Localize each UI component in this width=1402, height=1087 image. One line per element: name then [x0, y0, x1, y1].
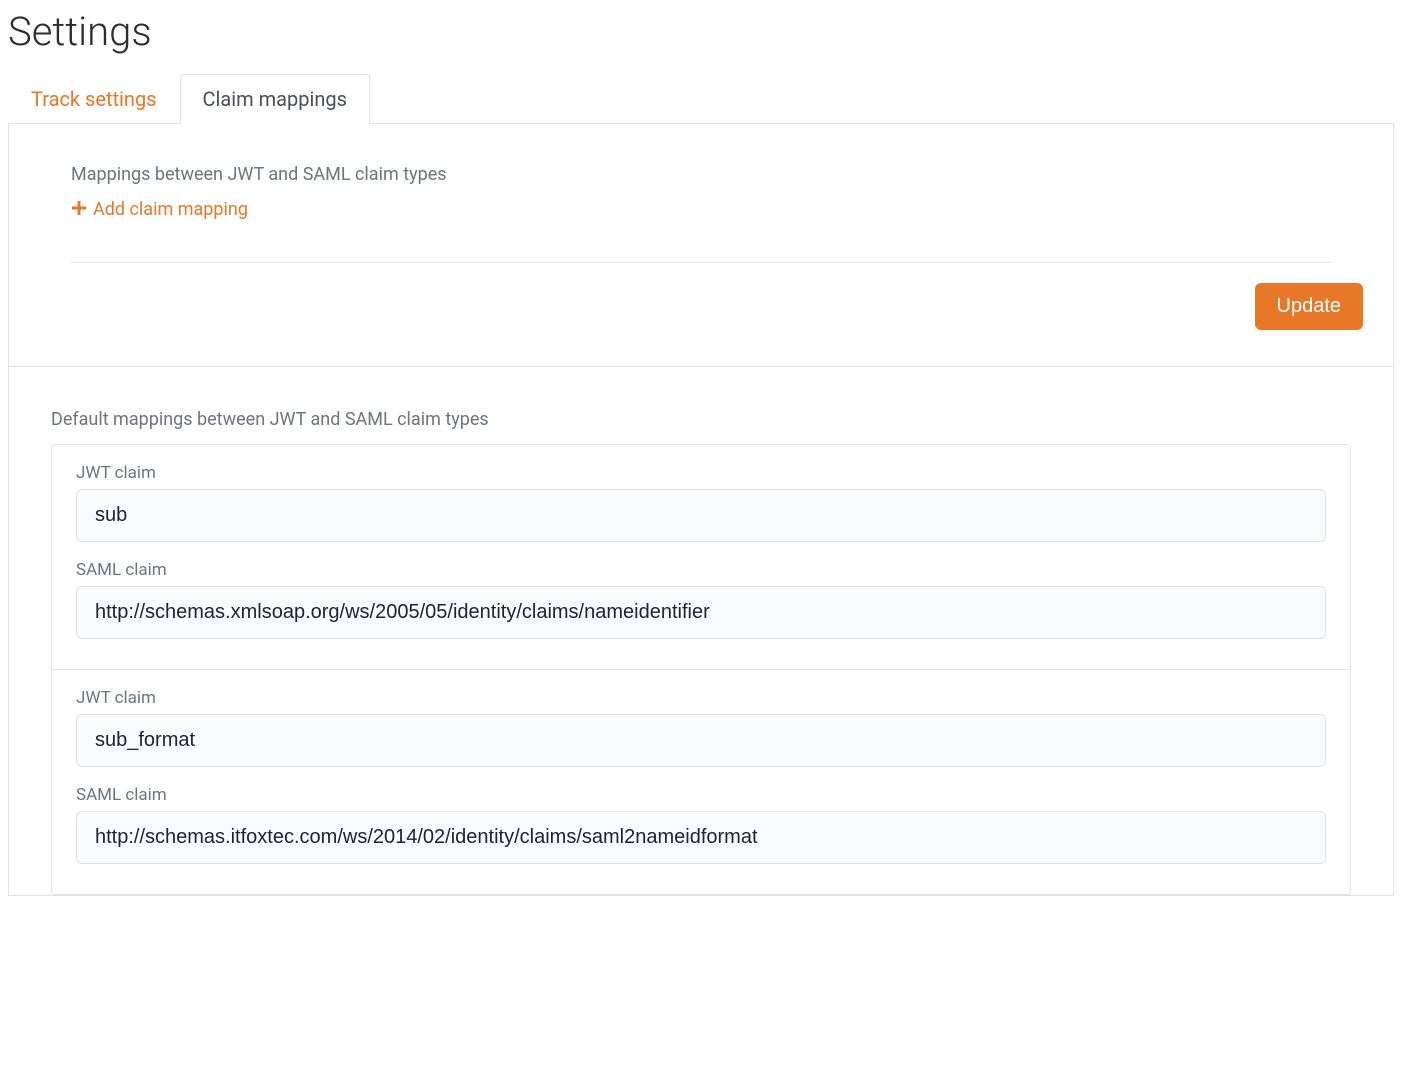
tabs: Track settings Claim mappings — [8, 73, 1394, 124]
mappings-description: Mappings between JWT and SAML claim type… — [71, 164, 1331, 185]
add-claim-mapping-button[interactable]: Add claim mapping — [71, 199, 248, 220]
saml-claim-input[interactable] — [76, 811, 1326, 864]
page-title: Settings — [8, 8, 1394, 55]
default-mappings-panel: Default mappings between JWT and SAML cl… — [8, 367, 1394, 896]
jwt-claim-input[interactable] — [76, 489, 1326, 542]
default-mapping-row: JWT claim SAML claim — [52, 669, 1350, 894]
plus-icon — [71, 200, 87, 220]
default-mapping-row: JWT claim SAML claim — [52, 445, 1350, 669]
add-claim-mapping-label: Add claim mapping — [93, 199, 248, 220]
tab-claim-mappings[interactable]: Claim mappings — [180, 74, 370, 124]
jwt-claim-label: JWT claim — [76, 463, 1326, 483]
saml-claim-label: SAML claim — [76, 560, 1326, 580]
saml-claim-label: SAML claim — [76, 785, 1326, 805]
jwt-claim-label: JWT claim — [76, 688, 1326, 708]
default-mapping-list: JWT claim SAML claim JWT claim SAML clai… — [51, 444, 1351, 895]
claim-mappings-panel: Mappings between JWT and SAML claim type… — [8, 124, 1394, 367]
saml-claim-input[interactable] — [76, 586, 1326, 639]
tab-track-settings[interactable]: Track settings — [8, 74, 180, 124]
divider — [71, 262, 1331, 263]
jwt-claim-input[interactable] — [76, 714, 1326, 767]
default-mappings-description: Default mappings between JWT and SAML cl… — [51, 409, 1351, 430]
update-button[interactable]: Update — [1255, 283, 1364, 330]
